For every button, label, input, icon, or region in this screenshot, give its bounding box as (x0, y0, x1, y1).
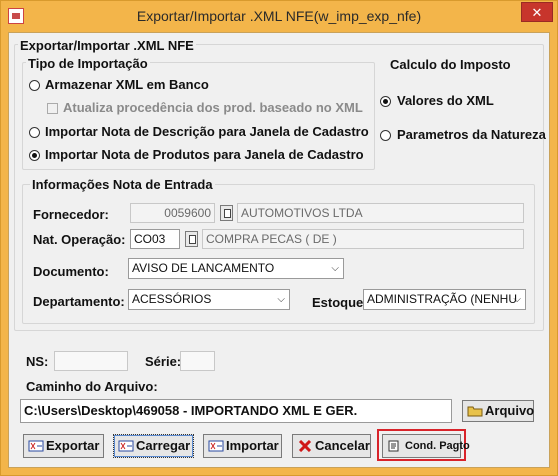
label-caminho-arquivo: Caminho do Arquivo: (26, 379, 158, 394)
caminho-arquivo-input[interactable]: C:\Users\Desktop\469058 - IMPORTANDO XML… (20, 399, 452, 423)
xml-import-icon (208, 440, 224, 452)
radio-nota-produtos[interactable] (29, 150, 40, 161)
label-estoque: Estoque: (312, 295, 368, 310)
nat-operacao-lookup-icon[interactable] (185, 231, 198, 247)
window-frame: Exportar/Importar .XML NFE(w_imp_exp_nfe… (0, 0, 558, 476)
fornecedor-name-field: AUTOMOTIVOS LTDA (237, 203, 524, 223)
label-serie: Série: (145, 354, 182, 369)
arquivo-button[interactable]: Arquivo (462, 400, 534, 422)
serie-field[interactable] (180, 351, 215, 371)
nat-operacao-name-field: COMPRA PECAS ( DE ) (202, 229, 524, 249)
cancelar-button[interactable]: Cancelar (292, 434, 371, 458)
xml-export-icon (28, 440, 44, 452)
label-nota-produtos: Importar Nota de Produtos para Janela de… (45, 147, 364, 162)
radio-nota-descricao[interactable] (29, 127, 40, 138)
label-parametros-natureza: Parametros da Natureza (397, 127, 546, 142)
chevron-down-icon: ⌵ (277, 294, 285, 305)
exportar-button[interactable]: Exportar (23, 434, 104, 458)
dialog-client-area: Exportar/Importar .XML NFE Tipo de Impor… (8, 32, 550, 468)
chevron-down-icon: ⌵ (513, 294, 521, 305)
cond-pagto-button[interactable]: Cond. Pagto (382, 434, 470, 458)
label-nota-descricao: Importar Nota de Descrição para Janela d… (45, 124, 369, 139)
estoque-select-value: ADMINISTRAÇÃO (NENHU (367, 292, 518, 306)
info-nota-title: Informações Nota de Entrada (30, 177, 215, 192)
chevron-down-icon: ⌵ (331, 263, 339, 274)
document-icon (388, 440, 399, 452)
radio-valores-xml[interactable] (380, 96, 391, 107)
checkbox-atualiza-procedencia[interactable] (47, 103, 58, 114)
documento-select[interactable]: AVISO DE LANCAMENTO ⌵ (128, 258, 344, 279)
tipo-importacao-title: Tipo de Importação (26, 56, 150, 71)
estoque-select[interactable]: ADMINISTRAÇÃO (NENHU ⌵ (363, 289, 526, 310)
label-nat-operacao: Nat. Operação: (33, 232, 126, 247)
departamento-select-value: ACESSÓRIOS (132, 292, 212, 306)
calculo-imposto-title: Calculo do Imposto (388, 57, 513, 72)
carregar-button[interactable]: Carregar (113, 434, 194, 458)
main-panel-title: Exportar/Importar .XML NFE (18, 38, 196, 53)
documento-select-value: AVISO DE LANCAMENTO (132, 261, 275, 275)
fornecedor-lookup-icon[interactable] (220, 205, 233, 221)
label-valores-xml: Valores do XML (397, 93, 494, 108)
radio-armazenar-xml[interactable] (29, 80, 40, 91)
label-fornecedor: Fornecedor: (33, 207, 109, 222)
label-ns: NS: (26, 354, 49, 369)
close-button[interactable]: ✕ (521, 2, 553, 22)
fornecedor-code-field[interactable]: 0059600 (130, 203, 215, 223)
importar-button[interactable]: Importar (203, 434, 282, 458)
title-bar[interactable]: Exportar/Importar .XML NFE(w_imp_exp_nfe… (1, 1, 557, 32)
cancel-x-icon (298, 440, 312, 452)
departamento-select[interactable]: ACESSÓRIOS ⌵ (128, 289, 290, 310)
xml-load-icon (118, 440, 134, 452)
ns-field[interactable] (54, 351, 128, 371)
label-departamento: Departamento: (33, 294, 125, 309)
window-title: Exportar/Importar .XML NFE(w_imp_exp_nfe… (136, 8, 422, 24)
label-atualiza-procedencia: Atualiza procedência dos prod. baseado n… (63, 100, 363, 115)
label-armazenar-xml: Armazenar XML em Banco (45, 77, 209, 92)
label-documento: Documento: (33, 264, 109, 279)
nat-operacao-code-field[interactable]: CO03 (130, 229, 180, 249)
folder-icon (467, 406, 483, 417)
radio-parametros-natureza[interactable] (380, 130, 391, 141)
